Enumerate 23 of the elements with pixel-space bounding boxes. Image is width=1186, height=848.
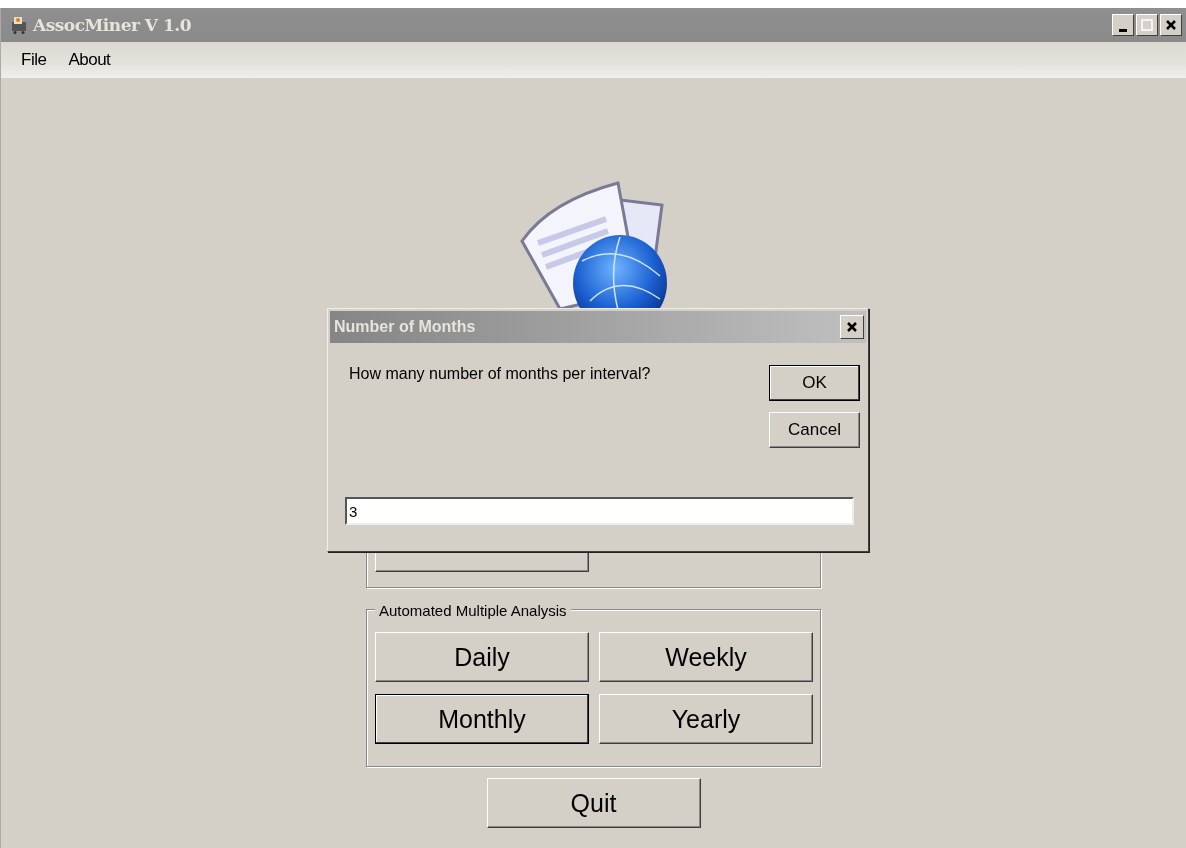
close-button[interactable]	[1160, 14, 1182, 36]
prompt-text: How many number of months per interval?	[349, 365, 651, 384]
menu-item[interactable]: File	[21, 50, 47, 70]
close-icon	[1165, 19, 1177, 31]
dialog-button[interactable]: Cancel	[769, 412, 860, 448]
cart-icon	[11, 16, 27, 34]
dialog-title: Number of Months	[334, 318, 476, 336]
analysis-button[interactable]: Yearly	[599, 694, 813, 744]
analysis-button[interactable]: Daily	[375, 632, 589, 682]
quit-button[interactable]: Quit	[486, 778, 701, 828]
minimize-button[interactable]	[1112, 14, 1134, 36]
menu-item[interactable]: About	[68, 50, 111, 70]
analysis-button[interactable]: Monthly	[375, 694, 589, 744]
window-title: AssocMiner V 1.0	[33, 15, 192, 35]
close-icon	[846, 321, 858, 333]
analysis-button[interactable]: Weekly	[599, 632, 813, 682]
minimize-icon	[1119, 28, 1127, 32]
input-field[interactable]: 3	[345, 497, 854, 525]
maximize-button[interactable]	[1136, 14, 1158, 36]
maximize-icon	[1141, 19, 1153, 31]
close-button[interactable]	[840, 315, 864, 339]
dialog-button[interactable]: OK	[769, 365, 860, 401]
group-title: Automated Multiple Analysis	[375, 602, 571, 619]
